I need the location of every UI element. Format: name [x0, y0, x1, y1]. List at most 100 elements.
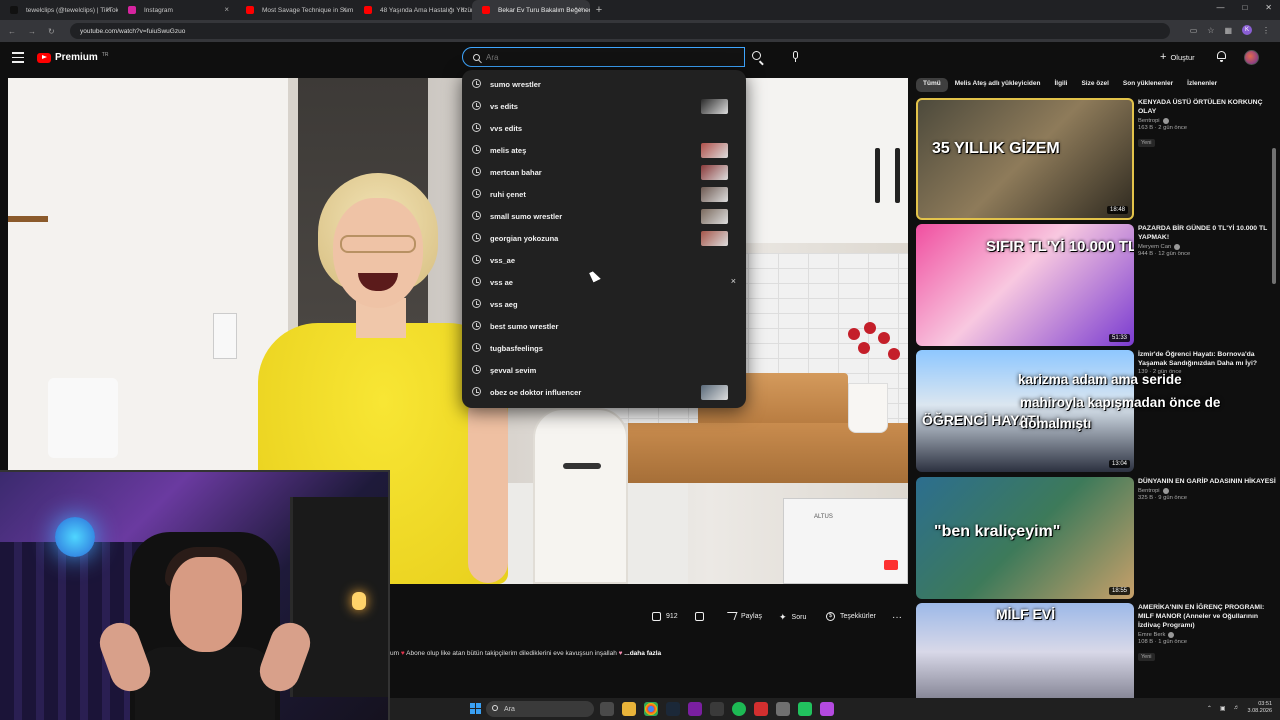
suggestion-item[interactable]: vs edits [462, 95, 746, 117]
video-thumbnail[interactable]: 35 YILLIK GİZEM 18:48 [916, 98, 1134, 220]
steam-icon[interactable] [666, 702, 680, 716]
filter-chip[interactable]: Size özel [1074, 78, 1115, 92]
browser-tab[interactable]: Most Savage Technique in Sum × [236, 0, 354, 20]
app-violet-icon[interactable] [820, 702, 834, 716]
menu-icon[interactable] [12, 52, 24, 63]
forward-icon[interactable]: → [28, 27, 36, 36]
browser-profile-avatar[interactable]: K [1242, 25, 1252, 35]
file-explorer-icon[interactable] [622, 702, 636, 716]
settings-icon[interactable] [776, 702, 790, 716]
recommended-video[interactable]: SIFIR TL'Yİ 10.000 TL YAPTIM! 51:33 PAZARD… [916, 224, 1276, 346]
recommended-video[interactable]: 35 YILLIK GİZEM 18:48 KENYADA ÜSTÜ ÖRTÜLEN… [916, 98, 1276, 220]
taskbar-search[interactable]: Ara [486, 701, 594, 717]
close-tab-icon[interactable]: × [224, 5, 229, 14]
suggestion-item[interactable]: best sumo wrestler [462, 315, 746, 337]
app-dark-icon[interactable] [710, 702, 724, 716]
remove-suggestion-icon[interactable]: × [731, 276, 736, 286]
taskbar-clock[interactable]: 03:51 3.08.2026 [1248, 701, 1272, 715]
volume-icon[interactable]: ♬ [1234, 705, 1240, 711]
account-avatar[interactable] [1244, 50, 1259, 65]
minimize-icon[interactable]: — [1216, 3, 1224, 12]
youtube-logo[interactable]: Premium TR [37, 52, 108, 63]
task-view-icon[interactable] [600, 702, 614, 716]
channel-row[interactable]: Bentropi [1138, 488, 1278, 494]
video-description[interactable]: um ♥ Abone olup like atan bütün takipçil… [390, 650, 910, 664]
video-thumbnail[interactable]: SIFIR TL'Yİ 10.000 TL YAPTIM! 51:33 [916, 224, 1134, 346]
close-tab-icon[interactable]: × [578, 5, 583, 14]
show-more-link[interactable]: ...daha fazla [624, 650, 661, 657]
cast-icon[interactable]: ▭ [1190, 26, 1198, 35]
filter-chip[interactable]: Son yüklenenler [1116, 78, 1180, 92]
light-switch-image [213, 313, 237, 359]
video-title[interactable]: DÜNYANIN EN GARİP ADASININ HİKAYESİ [1138, 477, 1278, 486]
suggestion-item[interactable]: georgian yokozuna [462, 227, 746, 249]
suggestion-item[interactable]: vss_ae [462, 249, 746, 271]
close-window-icon[interactable]: ✕ [1265, 3, 1272, 12]
suggestion-item[interactable]: obez oe doktor influencer [462, 381, 746, 403]
suggestion-item[interactable]: melis ateş [462, 139, 746, 161]
video-title[interactable]: PAZARDA BİR GÜNDE 0 TL'Yİ 10.000 TL YAPM… [1138, 224, 1278, 242]
video-title[interactable]: İzmir'de Öğrenci Hayatı: Bornova'da Yaşa… [1138, 350, 1278, 368]
suggestion-item[interactable]: tugbasfeelings [462, 337, 746, 359]
close-tab-icon[interactable]: × [342, 5, 347, 14]
more-actions-button[interactable]: ··· [892, 612, 902, 623]
suggestion-item[interactable]: small sumo wrestler [462, 205, 746, 227]
network-icon[interactable]: ▣ [1220, 705, 1226, 712]
recommended-video[interactable]: ÖĞRENCİ HAYATI 13:04 İzmir'de Öğrenci Haya… [916, 350, 1276, 472]
filter-chip[interactable]: Tümü [916, 78, 948, 92]
new-badge: Yeni [1138, 139, 1155, 147]
filter-chip[interactable]: İzlenenler [1180, 78, 1224, 92]
suggestion-item[interactable]: mertcan bahar [462, 161, 746, 183]
voice-search-button[interactable] [790, 51, 800, 63]
channel-row[interactable]: Emre Berk [1138, 632, 1278, 638]
start-icon[interactable] [470, 703, 481, 714]
recommended-video[interactable]: "ben kraliçeyim" 18:55 DÜNYANIN EN GARİP A… [916, 477, 1276, 599]
suggestion-item[interactable]: ruhi çenet [462, 183, 746, 205]
url-bar[interactable]: youtube.com/watch?v=fuiuSwuGzuo [70, 23, 1170, 39]
suggestion-item[interactable]: şevval sevim [462, 359, 746, 381]
new-tab-button[interactable]: + [590, 4, 608, 16]
like-button[interactable]: 912 [652, 612, 678, 621]
browser-tab[interactable]: Instagram × [118, 0, 236, 20]
filter-chip[interactable]: Melis Ateş adlı yükleyiciden [948, 78, 1048, 92]
browser-tab[interactable]: 48 Yaşında Ama Hastalığı Yüzün × [354, 0, 472, 20]
search-button[interactable] [752, 51, 764, 63]
chevron-up-icon[interactable]: ⌃ [1207, 705, 1212, 712]
suggestion-item[interactable]: vvs edits [462, 117, 746, 139]
browser-tab[interactable]: tewelclips (@tewelclips) | TikTok × [0, 0, 118, 20]
notifications-button[interactable] [1217, 51, 1227, 62]
suggestion-item[interactable]: vss aeg [462, 293, 746, 315]
app-green-icon[interactable] [798, 702, 812, 716]
back-icon[interactable]: ← [8, 27, 16, 36]
ask-button[interactable]: ✦ Soru [779, 612, 806, 623]
spotify-icon[interactable] [732, 702, 746, 716]
reload-icon[interactable]: ↻ [48, 27, 55, 36]
video-thumbnail[interactable]: ÖĞRENCİ HAYATI 13:04 [916, 350, 1134, 472]
page-scrollbar[interactable] [1272, 74, 1278, 684]
app-purple-icon[interactable] [688, 702, 702, 716]
create-button[interactable]: + Oluştur [1160, 51, 1195, 63]
close-tab-icon[interactable]: × [460, 5, 465, 14]
app-red-icon[interactable] [754, 702, 768, 716]
share-button[interactable]: Paylaş [724, 612, 762, 620]
search-input[interactable] [486, 52, 726, 62]
channel-row[interactable]: Meryem Can [1138, 244, 1278, 250]
video-thumbnail[interactable]: "ben kraliçeyim" 18:55 [916, 477, 1134, 599]
maximize-icon[interactable]: □ [1242, 3, 1247, 12]
thanks-button[interactable]: $ Teşekkürler [826, 612, 876, 621]
browser-menu-icon[interactable]: ⋮ [1262, 26, 1270, 35]
new-badge: Yeni [1138, 653, 1155, 661]
suggestion-item[interactable]: vss ae × [462, 271, 746, 293]
extensions-icon[interactable]: ▦ [1224, 26, 1232, 35]
channel-row[interactable]: Bentropi [1138, 118, 1278, 124]
search-box[interactable] [462, 47, 745, 67]
bookmark-star-icon[interactable]: ☆ [1207, 26, 1214, 35]
dislike-button[interactable] [695, 612, 704, 621]
close-tab-icon[interactable]: × [106, 5, 111, 14]
chrome-icon[interactable] [644, 702, 658, 716]
browser-tab[interactable]: Bekar Ev Turu Bakalım Beğenec × [472, 0, 590, 20]
suggestion-item[interactable]: sumo wrestler [462, 73, 746, 95]
video-title[interactable]: KENYADA ÜSTÜ ÖRTÜLEN KORKUNÇ OLAY [1138, 98, 1278, 116]
filter-chip[interactable]: İlgili [1047, 78, 1074, 92]
video-title[interactable]: AMERİKA'NIN EN İĞRENÇ PROGRAMI: MILF MAN… [1138, 603, 1278, 630]
